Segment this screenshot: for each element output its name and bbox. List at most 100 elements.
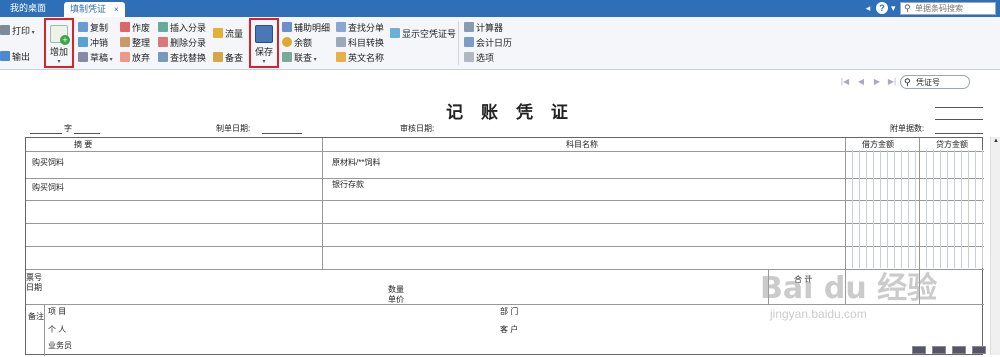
barcode-search[interactable]: ⚲ (900, 2, 996, 15)
delete-entry-button[interactable]: 删除分录 (158, 37, 206, 50)
attachments-field[interactable] (935, 133, 983, 134)
subject-convert-button[interactable]: 科目转换 (336, 37, 384, 50)
next-page-icon[interactable]: ▶ (872, 77, 882, 87)
reverse-icon (78, 37, 88, 47)
tab-label: 我的桌面 (10, 3, 47, 13)
entry-summary[interactable]: 购买饲料 (32, 158, 64, 168)
aux-detail-button[interactable]: 辅助明细 (282, 22, 330, 35)
grid-line (44, 304, 45, 356)
export-button[interactable]: 输出 (0, 51, 30, 64)
ribbon-divider (458, 21, 459, 65)
department-label: 部 门 (500, 307, 519, 316)
salesman-label: 业务员 (48, 341, 72, 350)
zi-label: 字 (64, 124, 72, 133)
calculator-button[interactable]: 计算器 (464, 22, 503, 35)
voucher-number-field[interactable] (74, 133, 100, 134)
options-button[interactable]: 选项 (464, 52, 494, 65)
search-icon: ⚲ (904, 77, 911, 87)
barcode-search-input[interactable] (915, 3, 993, 14)
options-icon (464, 52, 474, 62)
english-name-button[interactable]: 英文名称 (336, 52, 384, 65)
copy-icon (78, 22, 88, 32)
customer-label: 客 户 (500, 325, 519, 334)
tab-label: 填制凭证 (70, 4, 107, 14)
entry-summary[interactable]: 购买饲料 (32, 183, 64, 193)
audit-date-label: 审核日期: (400, 124, 435, 133)
watermark-url: jingyan.baidu.com (770, 307, 867, 321)
balance-button[interactable]: 余额 (282, 37, 312, 50)
accounting-calendar-button[interactable]: 会计日历 (464, 37, 512, 50)
backup-button[interactable]: 备查 (213, 52, 243, 65)
draft-button[interactable]: 草稿 ▾ (78, 52, 113, 65)
show-empty-voucher-checkbox[interactable]: 显示空凭证号 (390, 28, 456, 41)
void-button[interactable]: 作废 (120, 22, 150, 35)
attachments-label: 附单据数: (890, 124, 925, 133)
flow-button[interactable]: 流量 (213, 28, 243, 41)
prev-page-icon[interactable]: ◀ (856, 77, 866, 87)
calculator-icon (464, 22, 474, 32)
col-credit: 贷方金额 (936, 140, 968, 149)
project-label: 项 目 (48, 307, 67, 316)
grid-line (26, 151, 984, 152)
tidy-button[interactable]: 整理 (120, 37, 150, 50)
vertical-scrollbar[interactable]: ▲ (990, 137, 1000, 355)
status-icon[interactable] (912, 346, 926, 354)
ticket-date-label: 日期 (26, 283, 42, 292)
individual-label: 个 人 (48, 325, 67, 334)
col-summary: 摘 要 (74, 140, 93, 149)
reverse-button[interactable]: 冲销 (78, 37, 108, 50)
find-replace-icon (158, 52, 168, 62)
ticket-no-label: 票号 (26, 273, 42, 282)
status-icon[interactable] (952, 346, 966, 354)
export-icon (0, 51, 10, 61)
underline (935, 107, 983, 108)
col-subject: 科目名称 (566, 140, 598, 149)
save-label: 保存 (254, 47, 273, 57)
first-page-icon[interactable]: |◀ (840, 77, 850, 87)
grid-line (26, 223, 984, 224)
close-icon[interactable]: × (114, 5, 119, 14)
remark-label: 备注 (28, 312, 44, 321)
entry-subject[interactable]: 原材料/**饲料 (332, 158, 380, 168)
calendar-icon (464, 37, 474, 47)
collapse-arrow-icon[interactable]: ◂ (862, 2, 874, 14)
grid-line (26, 246, 984, 247)
voucher-type-field[interactable] (30, 133, 62, 134)
aux-detail-icon (282, 22, 292, 32)
status-icon[interactable] (932, 346, 946, 354)
tab-bar: 我的桌面 填制凭证 × ◂ ? ▾ ⚲ (0, 0, 1000, 17)
tab-fill-voucher[interactable]: 填制凭证 × (64, 2, 125, 17)
insert-row-icon (158, 22, 168, 32)
watermark-brand: Bai du 经验 (760, 271, 938, 306)
copy-button[interactable]: 复制 (78, 22, 108, 35)
scroll-up-icon[interactable]: ▲ (991, 137, 1000, 146)
voucher-number-search[interactable]: ⚲ 凭证号 (900, 75, 970, 89)
quantity-label: 数量 (388, 285, 404, 294)
grid-line (26, 269, 984, 270)
underline (935, 119, 983, 120)
insert-entry-button[interactable]: 插入分录 (158, 22, 206, 35)
save-button[interactable]: 保存 ▾ (249, 18, 279, 68)
discard-icon (120, 52, 130, 62)
status-icon[interactable] (972, 346, 986, 354)
find-replace-button[interactable]: 查找替换 (158, 52, 206, 65)
tab-my-desktop[interactable]: 我的桌面 (4, 0, 52, 17)
date-field[interactable] (262, 133, 302, 134)
entry-subject[interactable]: 银行存款 (332, 180, 364, 190)
linked-query-icon (282, 52, 292, 62)
discard-button[interactable]: 放弃 (120, 52, 150, 65)
linked-query-button[interactable]: 联查 ▾ (282, 52, 317, 65)
print-button[interactable]: 打印 ▾ (0, 25, 35, 38)
find-entry-icon (336, 22, 346, 32)
coins-icon (282, 37, 292, 47)
credit-digit-grid (920, 150, 983, 268)
delete-row-icon (158, 37, 168, 47)
help-icon[interactable]: ? (876, 2, 888, 14)
last-page-icon[interactable]: ▶| (887, 77, 897, 87)
backup-icon (213, 52, 223, 62)
find-entry-button[interactable]: 查找分单 (336, 22, 384, 35)
grid-line (322, 138, 323, 269)
chevron-down-icon[interactable]: ▾ (891, 2, 896, 14)
flow-icon (213, 28, 223, 38)
add-button[interactable]: + 增加 ▾ (44, 18, 74, 68)
